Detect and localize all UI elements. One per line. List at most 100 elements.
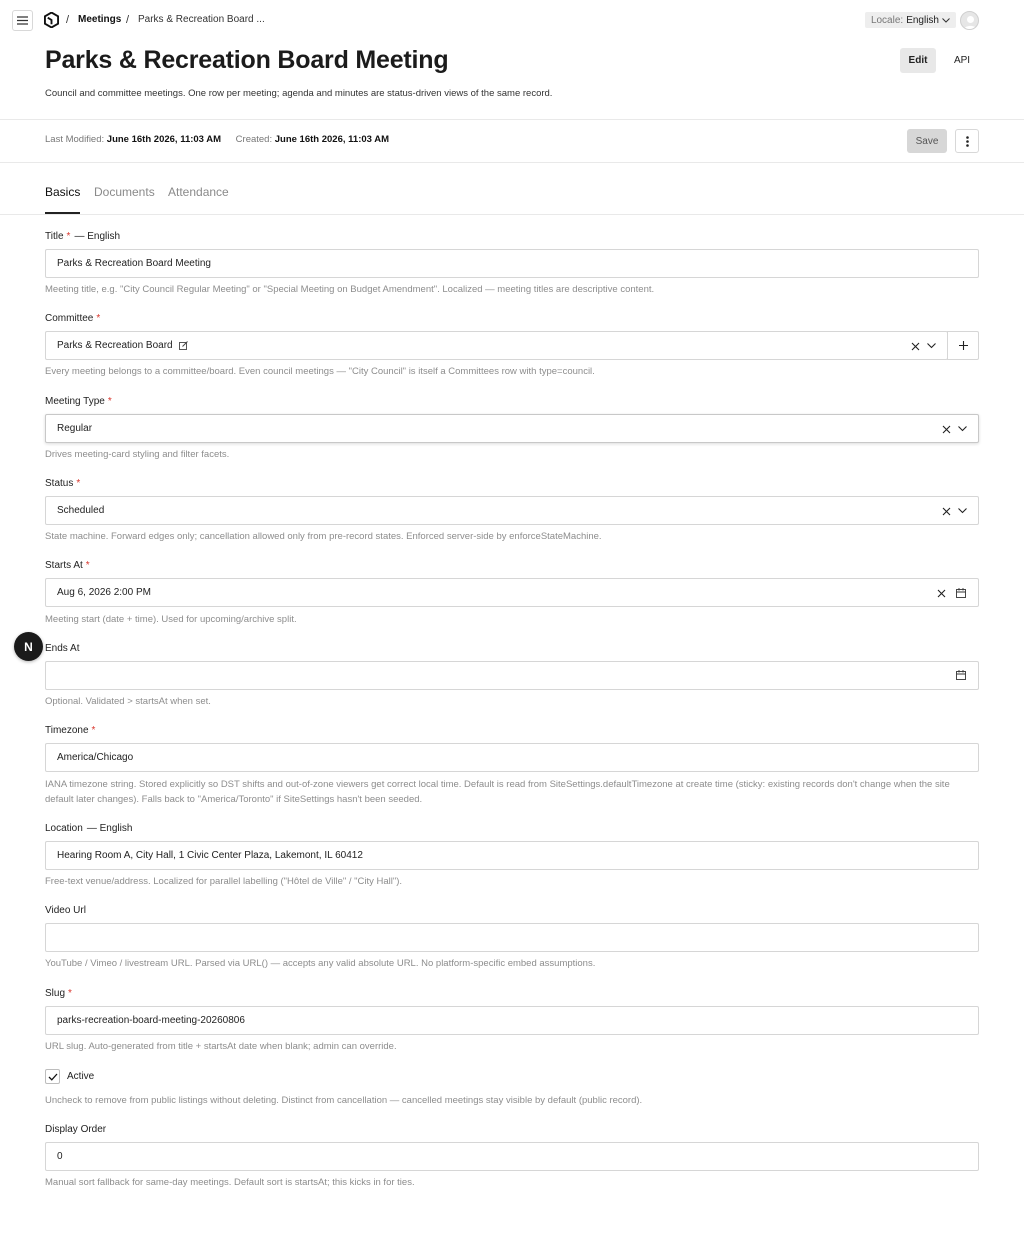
slug-label-text: Slug (45, 988, 66, 999)
avatar[interactable] (960, 11, 979, 30)
modified-label: Last Modified: (45, 134, 105, 145)
chevron-down-icon (926, 343, 936, 349)
location-label: Location — English (45, 823, 132, 834)
locale-tag: — English (86, 823, 133, 834)
required-marker: * (107, 396, 112, 407)
clear-committee-button[interactable] (908, 339, 922, 353)
document-meta: Last Modified: June 16th 2026, 11:03 AM … (45, 134, 389, 145)
required-marker: * (68, 988, 72, 999)
chevron-down-icon (942, 17, 950, 23)
meeting-type-help: Drives meeting-card styling and filter f… (45, 449, 230, 460)
display-order-value: 0 (57, 1151, 63, 1162)
top-bar: / Meetings / Parks & Recreation Board ..… (0, 0, 1024, 40)
payload-logo-icon[interactable] (44, 12, 59, 28)
meeting-type-dropdown-toggle[interactable] (955, 422, 969, 436)
divider (0, 119, 1024, 120)
locale-selector[interactable]: Locale: English (864, 12, 956, 28)
location-input[interactable]: Hearing Room A, City Hall, 1 Civic Cente… (45, 841, 979, 870)
chevron-down-icon (957, 426, 967, 432)
edit-tab-button[interactable]: Edit (900, 48, 936, 73)
meeting-type-label: Meeting Type * (45, 396, 112, 407)
locale-label: Locale: (870, 14, 904, 26)
display-order-input[interactable]: 0 (45, 1142, 979, 1171)
location-help: Free-text venue/address. Localized for p… (45, 876, 403, 887)
timezone-label-text: Timezone (45, 725, 89, 736)
clear-starts-at-button[interactable] (934, 586, 948, 600)
tab-attendance[interactable]: Attendance (168, 185, 229, 199)
timezone-help: IANA timezone string. Stored explicitly … (45, 779, 950, 805)
plus-icon (958, 341, 968, 350)
ends-at-label-text: Ends At (45, 643, 80, 654)
starts-at-calendar-button[interactable] (954, 586, 968, 600)
breadcrumb-separator: / (66, 14, 70, 26)
starts-at-input[interactable]: Aug 6, 2026 2:00 PM (45, 578, 979, 607)
committee-label-text: Committee (45, 313, 94, 324)
breadcrumb-meetings[interactable]: Meetings (78, 14, 121, 25)
x-icon (942, 425, 950, 433)
status-select[interactable]: Scheduled (45, 496, 979, 525)
location-label-text: Location (45, 823, 83, 834)
title-input[interactable]: Parks & Recreation Board Meeting (45, 249, 979, 278)
x-icon (937, 589, 945, 597)
active-label-text: Active (67, 1071, 95, 1082)
menu-button[interactable] (12, 10, 33, 31)
video-url-help: YouTube / Vimeo / livestream URL. Parsed… (45, 958, 596, 969)
status-dropdown-toggle[interactable] (955, 504, 969, 518)
clear-status-button[interactable] (939, 504, 953, 518)
meeting-type-select[interactable]: Regular (45, 414, 979, 443)
display-order-label-text: Display Order (45, 1124, 107, 1135)
title-help: Meeting title, e.g. "City Council Regula… (45, 284, 655, 295)
status-label-text: Status (45, 478, 74, 489)
video-url-input[interactable] (45, 923, 979, 952)
ends-at-calendar-button[interactable] (954, 668, 968, 682)
video-url-label: Video Url (45, 905, 86, 916)
committee-select[interactable]: Parks & Recreation Board (45, 331, 948, 360)
status-value: Scheduled (57, 505, 105, 516)
slug-value: parks-recreation-board-meeting-20260806 (57, 1015, 245, 1026)
more-options-button[interactable] (955, 129, 979, 153)
x-icon (942, 507, 950, 515)
page-description: Council and committee meetings. One row … (45, 88, 553, 99)
divider (0, 162, 1024, 163)
calendar-icon (956, 670, 966, 680)
starts-at-value: Aug 6, 2026 2:00 PM (57, 587, 151, 598)
edit-icon[interactable] (178, 341, 188, 350)
api-tab-button[interactable]: API (946, 48, 978, 73)
tab-documents[interactable]: Documents (94, 185, 155, 199)
calendar-icon (956, 588, 966, 598)
active-label: Active (67, 1071, 94, 1082)
slug-input[interactable]: parks-recreation-board-meeting-20260806 (45, 1006, 979, 1035)
page-title: Parks & Recreation Board Meeting (45, 46, 449, 74)
committee-label: Committee * (45, 313, 100, 324)
add-committee-button[interactable] (947, 331, 979, 360)
kebab-icon (965, 135, 969, 147)
clear-meeting-type-button[interactable] (939, 422, 953, 436)
required-marker: * (66, 231, 71, 242)
committee-help: Every meeting belongs to a committee/boa… (45, 366, 595, 377)
ends-at-label: Ends At (45, 643, 79, 654)
divider (0, 214, 1024, 215)
save-button[interactable]: Save (907, 129, 947, 153)
committee-value: Parks & Recreation Board (57, 340, 173, 351)
slug-label: Slug * (45, 988, 72, 999)
active-checkbox[interactable] (45, 1069, 60, 1084)
dev-tools-badge[interactable]: N (14, 632, 43, 661)
modified-value: June 16th 2026, 11:03 AM (106, 134, 222, 145)
timezone-label: Timezone * (45, 725, 95, 736)
committee-dropdown-toggle[interactable] (924, 339, 938, 353)
title-input-value: Parks & Recreation Board Meeting (57, 258, 211, 269)
display-order-label: Display Order (45, 1124, 106, 1135)
required-marker: * (96, 313, 101, 324)
status-help: State machine. Forward edges only; cance… (45, 531, 602, 542)
ends-at-input[interactable] (45, 661, 979, 690)
hamburger-icon (17, 16, 28, 25)
tab-basics[interactable]: Basics (45, 185, 80, 199)
title-label-text: Title (45, 231, 64, 242)
locale-value: English (906, 14, 939, 26)
x-icon (911, 342, 919, 350)
user-icon (963, 16, 978, 29)
timezone-input[interactable]: America/Chicago (45, 743, 979, 772)
slug-help: URL slug. Auto-generated from title + st… (45, 1041, 397, 1052)
starts-at-label-text: Starts At (45, 560, 83, 571)
timezone-value: America/Chicago (57, 752, 134, 763)
